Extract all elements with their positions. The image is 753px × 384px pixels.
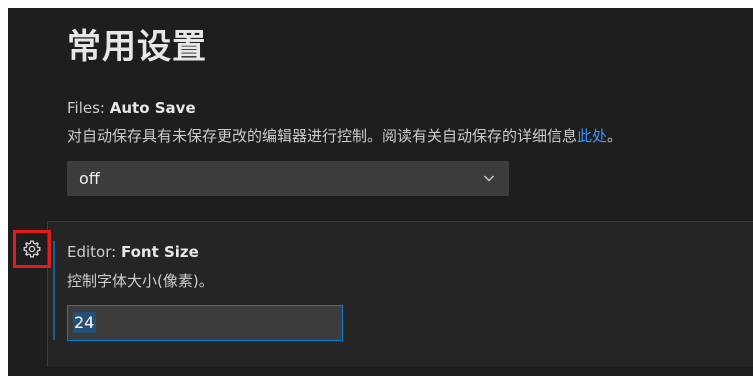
font-size-description: 控制字体大小(像素)。: [67, 272, 214, 290]
font-size-setting-title: Editor: Font Size: [67, 242, 199, 262]
font-size-name: Font Size: [120, 243, 199, 261]
setting-gear-button[interactable]: [13, 230, 51, 268]
auto-save-description: 对自动保存具有未保存更改的编辑器进行控制。阅读有关自动保存的详细信息此处。: [67, 126, 622, 146]
focus-indicator: [53, 241, 55, 340]
auto-save-dropdown[interactable]: off: [67, 161, 509, 196]
font-size-input-value: 24: [73, 312, 97, 333]
auto-save-description-text: 对自动保存具有未保存更改的编辑器进行控制。阅读有关自动保存的详细信息: [67, 127, 578, 145]
font-size-category: Editor:: [67, 243, 121, 261]
auto-save-name: Auto Save: [109, 99, 196, 117]
auto-save-category: Files:: [67, 99, 110, 117]
auto-save-dropdown-value: off: [79, 169, 100, 188]
auto-save-setting-title: Files: Auto Save: [67, 98, 196, 118]
gear-icon: [23, 240, 41, 258]
auto-save-docs-link[interactable]: 此处: [577, 127, 607, 145]
chevron-down-icon: [484, 175, 494, 182]
font-size-input[interactable]: 24: [67, 305, 343, 341]
auto-save-description-end: 。: [607, 127, 623, 145]
section-title: 常用设置: [67, 27, 207, 67]
